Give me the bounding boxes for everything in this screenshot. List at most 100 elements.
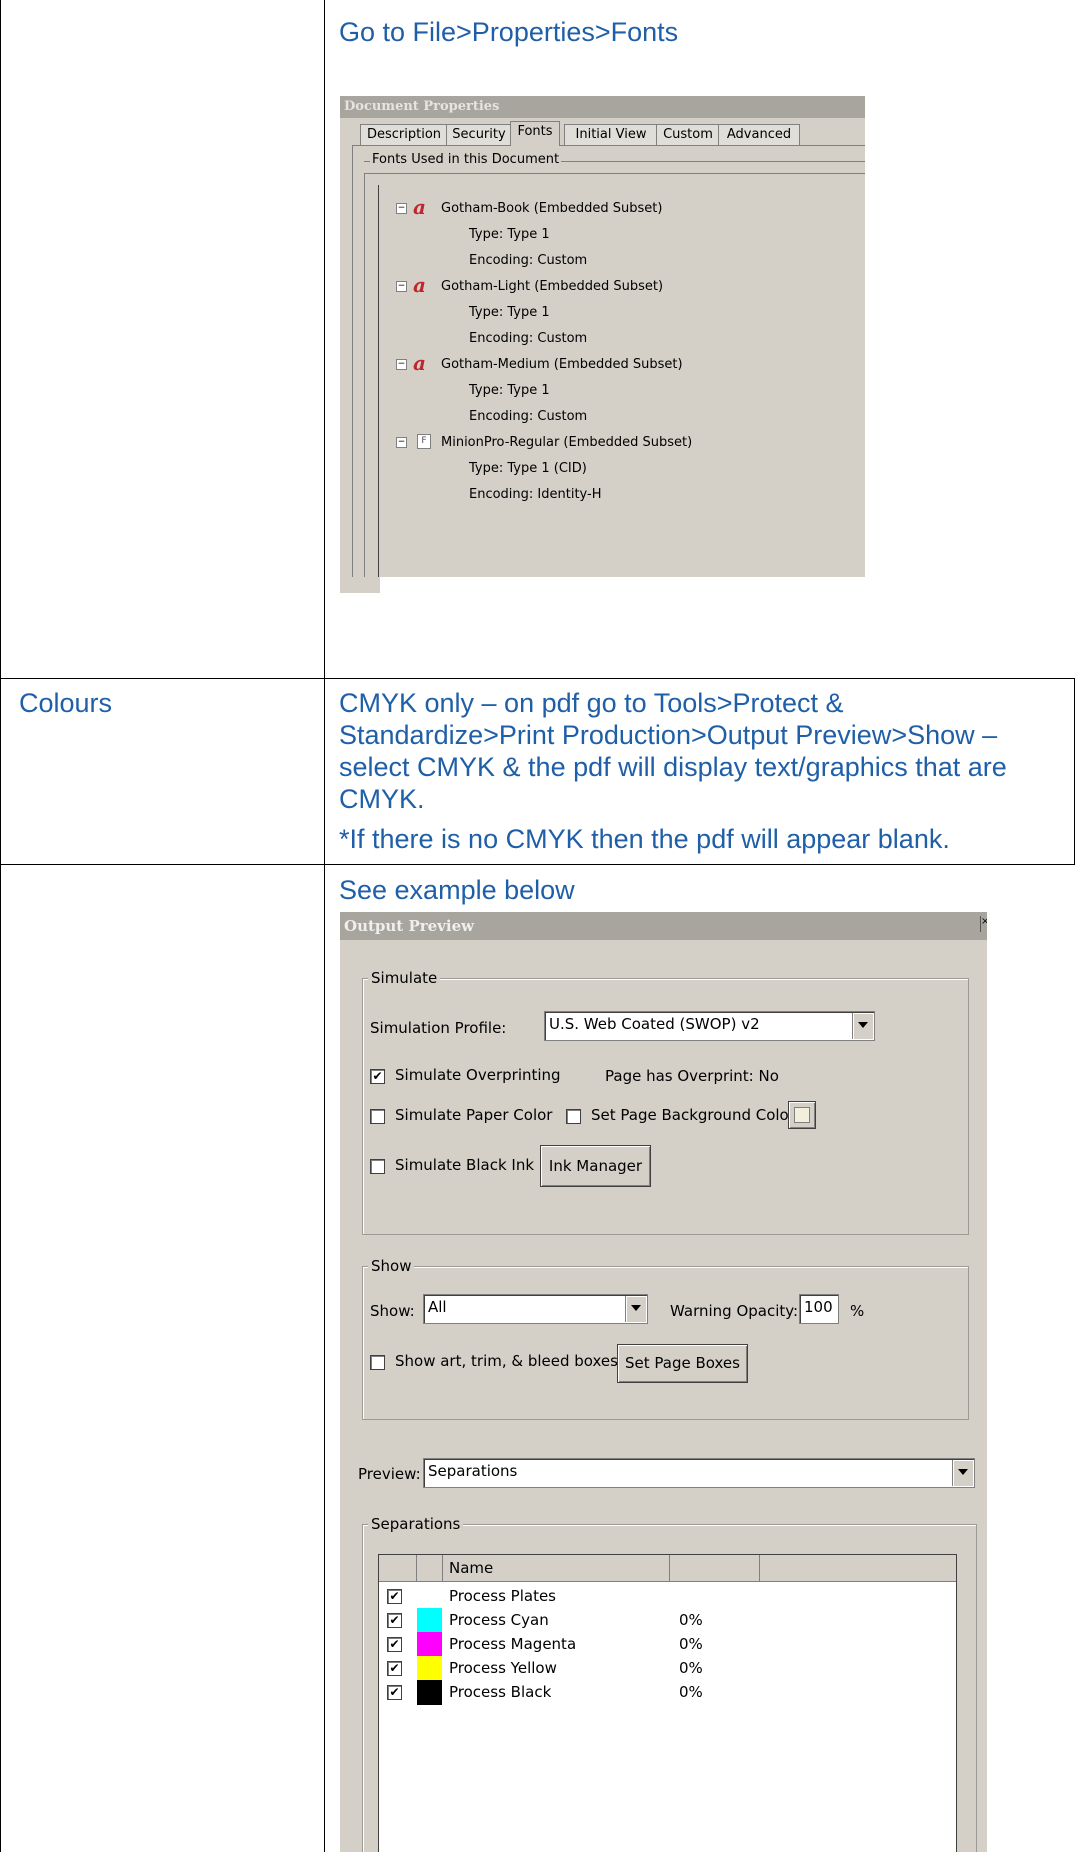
- tab-custom[interactable]: Custom: [656, 124, 720, 145]
- check-icon: ✔: [389, 1613, 400, 1627]
- separation-value: 0%: [679, 1635, 703, 1653]
- row3-heading: See example below: [339, 875, 575, 905]
- table-row-divider-2: [0, 864, 1075, 865]
- font-type: Type: Type 1 (CID): [469, 461, 587, 476]
- tree-collapse-icon[interactable]: −: [396, 437, 407, 448]
- font-type: Type: Type 1: [469, 305, 550, 320]
- simulation-profile-select[interactable]: U.S. Web Coated (SWOP) v2: [544, 1011, 875, 1041]
- separation-name: Process Yellow: [449, 1659, 557, 1677]
- show-label: Show:: [370, 1302, 415, 1320]
- simulate-paper-color-label: Simulate Paper Color: [395, 1106, 553, 1124]
- dialog-close-icon[interactable]: ×: [980, 916, 987, 932]
- warning-opacity-unit: %: [850, 1302, 865, 1320]
- header-divider: [669, 1555, 670, 1581]
- tab-fonts[interactable]: Fonts: [510, 121, 560, 146]
- separation-name: Process Magenta: [449, 1635, 577, 1653]
- show-select[interactable]: All: [423, 1294, 648, 1324]
- black-swatch: [417, 1680, 442, 1705]
- chevron-down-icon[interactable]: [952, 1460, 973, 1486]
- chevron-down-icon[interactable]: [625, 1296, 646, 1322]
- separation-checkbox[interactable]: ✔: [387, 1637, 402, 1652]
- check-icon: ✔: [389, 1661, 400, 1675]
- separation-value: 0%: [679, 1611, 703, 1629]
- adobe-type1-icon: a: [413, 273, 426, 297]
- magenta-swatch: [417, 1632, 442, 1657]
- tree-collapse-icon[interactable]: −: [396, 359, 407, 370]
- separation-checkbox[interactable]: ✔: [387, 1685, 402, 1700]
- yellow-swatch: [417, 1656, 442, 1681]
- output-preview-dialog: Output Preview × Simulate Simulation Pro…: [340, 912, 987, 1852]
- tree-collapse-icon[interactable]: −: [396, 281, 407, 292]
- check-icon: ✔: [389, 1685, 400, 1699]
- show-group: [362, 1266, 969, 1420]
- font-name[interactable]: Gotham-Medium (Embedded Subset): [441, 357, 683, 372]
- set-page-background-label: Set Page Background Color: [591, 1106, 795, 1124]
- background-color-swatch[interactable]: [788, 1101, 816, 1129]
- fonts-group-label: Fonts Used in this Document: [370, 152, 562, 167]
- document-properties-dialog: Document Properties Description Security…: [340, 96, 865, 593]
- font-encoding: Encoding: Custom: [469, 409, 588, 424]
- separations-list[interactable]: Name ✔ Process Plates ✔ Process Cyan 0% …: [378, 1554, 957, 1852]
- tab-description[interactable]: Description: [360, 124, 448, 145]
- show-value: All: [428, 1298, 447, 1316]
- fonts-tree: [378, 185, 865, 578]
- show-group-label: Show: [368, 1257, 415, 1275]
- simulate-black-ink-checkbox[interactable]: [370, 1159, 385, 1174]
- output-preview-title: Output Preview: [340, 912, 987, 940]
- separation-checkbox[interactable]: ✔: [387, 1589, 402, 1604]
- row1-heading: Go to File>Properties>Fonts: [339, 17, 679, 47]
- table-row-divider-1: [0, 678, 1075, 679]
- font-name[interactable]: Gotham-Light (Embedded Subset): [441, 279, 663, 294]
- simulate-paper-color-checkbox[interactable]: [370, 1109, 385, 1124]
- font-name[interactable]: Gotham-Book (Embedded Subset): [441, 201, 662, 216]
- warning-opacity-label: Warning Opacity:: [670, 1302, 799, 1320]
- cyan-swatch: [417, 1608, 442, 1633]
- font-name[interactable]: MinionPro-Regular (Embedded Subset): [441, 435, 692, 450]
- separation-name: Process Cyan: [449, 1611, 549, 1629]
- overprint-status: Page has Overprint: No: [605, 1067, 779, 1085]
- preview-select[interactable]: Separations: [423, 1458, 975, 1488]
- warning-opacity-input[interactable]: 100: [799, 1294, 839, 1324]
- simulate-overprinting-label: Simulate Overprinting: [395, 1066, 561, 1084]
- font-encoding: Encoding: Custom: [469, 253, 588, 268]
- table-border-left: [0, 0, 1, 1852]
- set-page-boxes-button[interactable]: Set Page Boxes: [617, 1344, 748, 1383]
- font-type: Type: Type 1: [469, 227, 550, 242]
- chevron-down-icon[interactable]: [852, 1013, 873, 1039]
- adobe-type1-icon: a: [413, 351, 426, 375]
- header-divider: [759, 1555, 760, 1581]
- simulation-profile-value: U.S. Web Coated (SWOP) v2: [549, 1015, 760, 1033]
- ink-manager-button[interactable]: Ink Manager: [540, 1145, 651, 1187]
- font-type: Type: Type 1: [469, 383, 550, 398]
- show-boxes-checkbox[interactable]: [370, 1355, 385, 1370]
- separation-checkbox[interactable]: ✔: [387, 1661, 402, 1676]
- preview-value: Separations: [428, 1462, 518, 1480]
- separation-checkbox[interactable]: ✔: [387, 1613, 402, 1628]
- separation-value: 0%: [679, 1683, 703, 1701]
- separation-value: 0%: [679, 1659, 703, 1677]
- list-bottom-left: [340, 577, 380, 593]
- color-swatch-icon: [794, 1107, 810, 1123]
- row2-note: *If there is no CMYK then the pdf will a…: [339, 824, 950, 854]
- tab-advanced[interactable]: Advanced: [718, 124, 800, 145]
- list-bottom-edge: [340, 577, 865, 593]
- adobe-type1-icon: a: [413, 195, 426, 219]
- simulate-black-ink-label: Simulate Black Ink: [395, 1156, 535, 1174]
- font-encoding: Encoding: Identity-H: [469, 487, 602, 502]
- preview-label: Preview:: [358, 1465, 421, 1483]
- name-column-header[interactable]: Name: [449, 1559, 493, 1577]
- header-divider: [442, 1555, 443, 1581]
- tree-collapse-icon[interactable]: −: [396, 203, 407, 214]
- set-page-background-checkbox[interactable]: [566, 1109, 581, 1124]
- simulation-profile-label: Simulation Profile:: [370, 1019, 507, 1037]
- check-icon: ✔: [389, 1637, 400, 1651]
- tab-initial-view[interactable]: Initial View: [564, 124, 658, 145]
- row2-label: Colours: [19, 688, 113, 718]
- check-icon: ✔: [372, 1069, 383, 1083]
- simulate-overprinting-checkbox[interactable]: ✔: [370, 1069, 385, 1084]
- font-encoding: Encoding: Custom: [469, 331, 588, 346]
- document-table: Go to File>Properties>Fonts Document Pro…: [0, 0, 1075, 1852]
- document-properties-title: Document Properties: [340, 96, 865, 118]
- table-column-divider: [324, 0, 325, 1852]
- tab-security[interactable]: Security: [446, 124, 512, 145]
